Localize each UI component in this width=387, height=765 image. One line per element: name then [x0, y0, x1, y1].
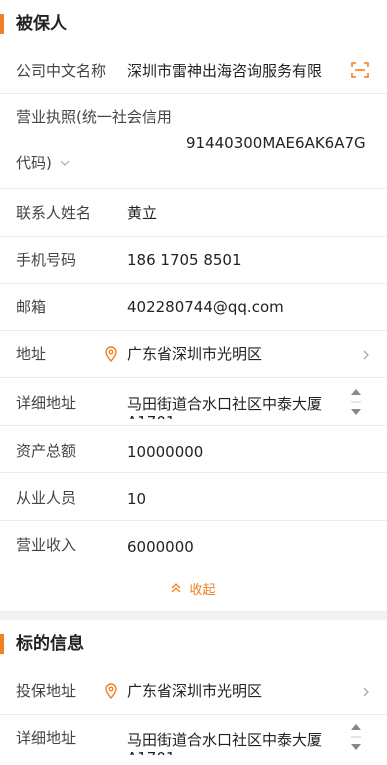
- employees-field[interactable]: 10: [127, 489, 146, 509]
- section-accent-bar: [0, 634, 4, 654]
- detail-address-textarea[interactable]: 马田街道合水口社区中泰大厦A1701: [127, 395, 345, 419]
- email-field[interactable]: 402280744@qq.com: [127, 297, 284, 317]
- contact-label: 联系人姓名: [16, 204, 92, 222]
- section-accent-bar: [0, 14, 4, 34]
- employees-row: 从业人员 10: [0, 473, 387, 521]
- insured-address-field[interactable]: 广东省深圳市光明区: [127, 681, 262, 701]
- insured-address-label: 投保地址: [16, 682, 77, 700]
- detail-address-row: 详细地址 马田街道合水口社区中泰大厦A1701: [0, 378, 387, 426]
- subject-section-header: 标的信息: [0, 620, 387, 668]
- insured-address-row[interactable]: 投保地址 广东省深圳市光明区: [0, 668, 387, 715]
- subject-detail-address-row: 详细地址 马田街道合水口社区中泰大厦A1701: [0, 715, 387, 765]
- email-row: 邮箱 402280744@qq.com: [0, 284, 387, 331]
- company-name-row: 公司中文名称 深圳市雷神出海咨询服务有限: [0, 48, 387, 94]
- address-row[interactable]: 地址 广东省深圳市光明区: [0, 331, 387, 378]
- address-field[interactable]: 广东省深圳市光明区: [127, 344, 262, 364]
- email-label: 邮箱: [16, 298, 47, 316]
- stepper-icon[interactable]: [348, 384, 364, 420]
- assets-row: 资产总额 10000000: [0, 426, 387, 473]
- scan-icon[interactable]: [350, 60, 370, 80]
- assets-field[interactable]: 10000000: [127, 442, 203, 462]
- contact-row: 联系人姓名 黄立: [0, 189, 387, 237]
- revenue-field[interactable]: 6000000: [127, 537, 194, 557]
- location-pin-icon: [105, 346, 117, 362]
- contact-field[interactable]: 黄立: [127, 203, 157, 223]
- address-label: 地址: [16, 345, 47, 363]
- employees-label: 从业人员: [16, 489, 77, 507]
- phone-field[interactable]: 186 1705 8501: [127, 250, 242, 270]
- chevron-right-icon[interactable]: [361, 350, 371, 360]
- insured-card: 被保人 公司中文名称 深圳市雷神出海咨询服务有限 营业执照(统一社会信用 代码)…: [0, 0, 387, 612]
- assets-label: 资产总额: [16, 442, 77, 460]
- license-label-line2: 代码): [16, 154, 52, 172]
- phone-label: 手机号码: [16, 251, 77, 269]
- revenue-label: 营业收入: [16, 536, 77, 554]
- license-label-line1: 营业执照(统一社会信用: [16, 108, 172, 126]
- subject-section-title: 标的信息: [16, 634, 84, 654]
- subject-detail-address-textarea[interactable]: 马田街道合水口社区中泰大厦A1701: [127, 731, 345, 755]
- revenue-row: 营业收入 6000000: [0, 521, 387, 571]
- double-chevron-up-icon: [172, 583, 181, 593]
- company-name-field[interactable]: 深圳市雷神出海咨询服务有限: [127, 61, 322, 81]
- stepper-icon[interactable]: [348, 719, 364, 755]
- chevron-down-icon[interactable]: [60, 158, 70, 168]
- license-code-field[interactable]: 91440300MAE6AK6A7G: [186, 133, 366, 153]
- insured-section-title: 被保人: [16, 14, 67, 34]
- phone-row: 手机号码 186 1705 8501: [0, 237, 387, 284]
- chevron-right-icon[interactable]: [361, 687, 371, 697]
- insured-section-header: 被保人: [0, 0, 387, 48]
- license-row: 营业执照(统一社会信用 代码) 91440300MAE6AK6A7G: [0, 94, 387, 189]
- company-name-label: 公司中文名称: [16, 62, 107, 80]
- detail-address-label: 详细地址: [16, 394, 77, 412]
- collapse-button[interactable]: 收起: [0, 578, 387, 600]
- subject-detail-address-label: 详细地址: [16, 729, 77, 747]
- location-pin-icon: [105, 683, 117, 699]
- subject-card: 标的信息 投保地址 广东省深圳市光明区 详细地址 马田街道合水口社区中泰大厦A1…: [0, 620, 387, 765]
- collapse-label: 收起: [189, 582, 216, 598]
